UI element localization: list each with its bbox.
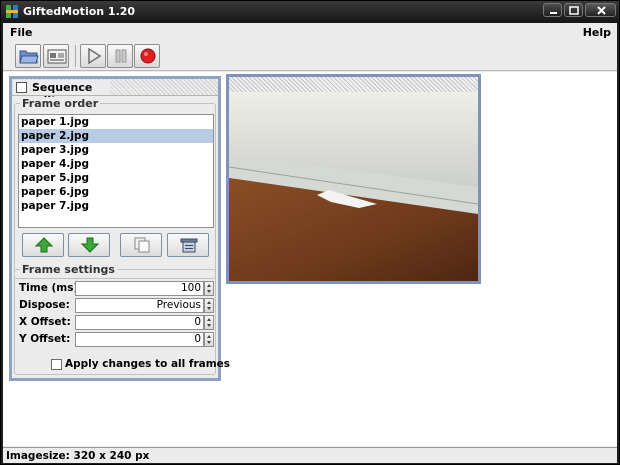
close-icon [597, 6, 606, 15]
dispose-row: Dispose: Previous [18, 298, 214, 313]
frame-list-item[interactable]: paper 4.jpg [19, 157, 213, 171]
frame-list-item[interactable]: paper 1.jpg [19, 115, 213, 129]
maximize-button[interactable] [564, 3, 583, 17]
preview-panel [226, 74, 481, 284]
y-offset-field[interactable]: 0 [75, 332, 204, 347]
frame-list[interactable]: paper 1.jpg paper 2.jpg paper 3.jpg pape… [18, 114, 214, 228]
minimize-icon [550, 12, 557, 14]
export-button[interactable] [43, 44, 69, 68]
toolbar-separator [75, 45, 76, 67]
time-label: Time (ms): [19, 282, 83, 294]
work-area: Sequence editor Frame order paper 1.jpg … [3, 72, 617, 446]
record-button[interactable] [134, 44, 160, 68]
close-button[interactable] [585, 3, 616, 17]
panel-window-icon [16, 82, 27, 93]
dispose-field[interactable]: Previous [75, 298, 204, 313]
frame-list-item[interactable]: paper 7.jpg [19, 199, 213, 213]
giftedmotion-app-icon [5, 4, 19, 19]
arrow-down-icon [81, 237, 99, 253]
frame-list-item[interactable]: paper 5.jpg [19, 171, 213, 185]
maximize-icon [569, 6, 579, 15]
time-spinner[interactable] [204, 281, 214, 296]
image-size-status: Imagesize: 320 x 240 px [6, 450, 150, 462]
time-field[interactable]: 100 [75, 281, 204, 296]
apply-all-label: Apply changes to all frames [65, 358, 231, 370]
frame-order-label: Frame order [20, 97, 101, 110]
frame-list-item-selected[interactable]: paper 2.jpg [19, 129, 213, 143]
pause-button[interactable] [107, 44, 133, 68]
frame-list-item[interactable]: paper 6.jpg [19, 185, 213, 199]
x-offset-row: X Offset: 0 [18, 315, 214, 330]
play-button[interactable] [80, 44, 106, 68]
copy-icon [134, 237, 150, 253]
time-row: Time (ms): 100 [18, 281, 214, 296]
move-up-button[interactable] [22, 233, 64, 257]
title-bar[interactable]: GiftedMotion 1.20 [1, 1, 619, 23]
y-offset-spinner[interactable] [204, 332, 214, 347]
menu-bar: File Help [3, 23, 617, 41]
open-folder-icon [19, 50, 39, 64]
arrow-up-icon [35, 237, 53, 253]
x-offset-label: X Offset: [19, 316, 71, 328]
frame-preview-image [228, 92, 479, 281]
client-area: File Help Sequence Frame order paper 1.j… [3, 23, 617, 463]
menu-file[interactable]: File [10, 26, 33, 39]
frame-settings-group: Frame settings Time (ms): 100 Dispose: P… [14, 263, 230, 375]
app-window: GiftedMotion 1.20 File Help Sequence Fra… [0, 0, 620, 465]
play-icon [88, 47, 102, 65]
x-offset-spinner[interactable] [204, 315, 214, 330]
export-icon [47, 49, 67, 64]
dispose-label: Dispose: [19, 299, 70, 311]
delete-frame-button[interactable] [167, 233, 209, 257]
record-icon [140, 48, 156, 64]
pause-icon [115, 49, 127, 63]
y-offset-label: Y Offset: [19, 333, 71, 345]
frame-list-item[interactable]: paper 3.jpg [19, 143, 213, 157]
frame-settings-label: Frame settings [20, 263, 117, 276]
move-down-button[interactable] [68, 233, 110, 257]
open-button[interactable] [15, 44, 41, 68]
trash-icon [180, 238, 198, 253]
y-offset-row: Y Offset: 0 [18, 332, 214, 347]
minimize-button[interactable] [543, 3, 562, 17]
frame-order-group: Frame order paper 1.jpg paper 2.jpg pape… [14, 97, 216, 279]
dispose-spinner[interactable] [204, 298, 214, 313]
duplicate-frame-button[interactable] [120, 233, 162, 257]
preview-header[interactable] [229, 77, 478, 92]
apply-all-checkbox[interactable] [51, 359, 62, 370]
sequence-editor-header[interactable]: Sequence editor [12, 79, 218, 107]
window-title: GiftedMotion 1.20 [23, 5, 136, 18]
x-offset-field[interactable]: 0 [75, 315, 204, 330]
menu-help[interactable]: Help [583, 26, 611, 39]
sequence-editor-panel: Sequence editor Frame order paper 1.jpg … [9, 76, 230, 381]
toolbar [3, 41, 617, 71]
status-bar: Imagesize: 320 x 240 px [3, 447, 617, 463]
